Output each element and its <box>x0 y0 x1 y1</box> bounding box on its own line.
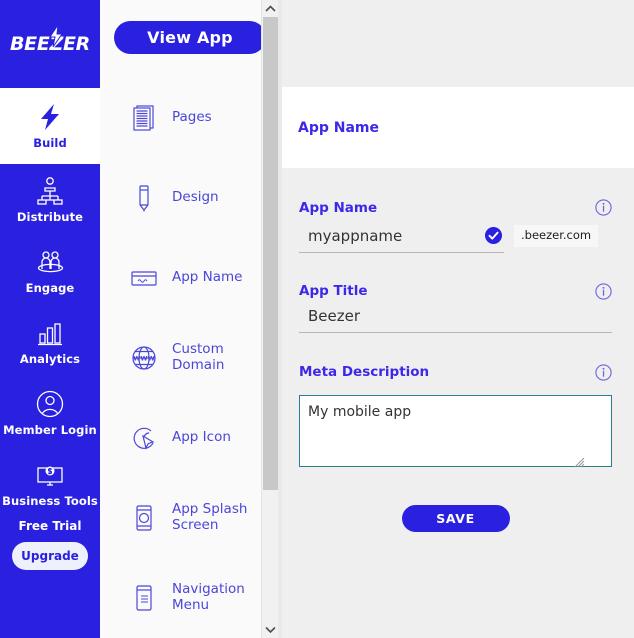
info-icon-meta-description[interactable] <box>595 363 612 381</box>
app-name-input[interactable] <box>299 226 504 253</box>
sidebar-item-distribute[interactable]: Distribute <box>0 164 100 235</box>
save-row: SAVE <box>299 504 612 532</box>
field-app-name: App Name myappname .beezer.com <box>299 199 612 253</box>
cursor-click-icon <box>130 423 158 453</box>
section-header: App Name <box>282 87 634 168</box>
nav-label-pages: Pages <box>172 109 212 126</box>
nav-label-app-name: App Name <box>172 269 243 286</box>
nav-item-pages[interactable]: Pages <box>100 78 278 158</box>
nav-item-navigation-menu[interactable]: Navigation Menu <box>100 558 278 638</box>
scrollbar-up-button[interactable] <box>262 0 278 17</box>
pencil-icon <box>130 183 158 213</box>
nav-panel-scrollbar[interactable] <box>261 0 278 638</box>
nav-item-app-splash-screen[interactable]: App Splash Screen <box>100 478 278 558</box>
save-button[interactable]: SAVE <box>401 504 510 532</box>
secondary-nav-panel: View App Pages Design App Name WWW Custo… <box>100 0 278 638</box>
field-meta-description: Meta Description <box>299 363 612 467</box>
free-trial-label: Free Trial <box>18 519 82 533</box>
user-circle-icon <box>35 389 65 419</box>
browser-window-icon <box>130 263 158 293</box>
nav-label-navigation-menu: Navigation Menu <box>172 581 245 613</box>
label-app-name: App Name <box>299 199 378 216</box>
bolt-icon <box>35 102 65 132</box>
nav-item-design[interactable]: Design <box>100 158 278 238</box>
nav-item-app-icon[interactable]: App Icon <box>100 398 278 478</box>
field-head-app-name: App Name <box>299 199 612 216</box>
domain-suffix-label: .beezer.com <box>514 225 599 247</box>
verified-check-icon <box>485 226 502 244</box>
nav-label-app-splash-screen: App Splash Screen <box>172 501 248 533</box>
meta-description-textarea[interactable] <box>299 394 612 467</box>
sidebar-item-member-login[interactable]: Member Login <box>0 377 100 448</box>
sidebar-label-distribute: Distribute <box>16 209 84 224</box>
chevron-down-icon <box>265 626 276 633</box>
app-title-input-wrap <box>299 306 612 333</box>
input-row-app-title <box>299 306 612 333</box>
nav-item-app-name[interactable]: App Name <box>100 238 278 318</box>
sidebar-label-member-login: Member Login <box>3 422 97 437</box>
nav-label-design: Design <box>172 189 219 206</box>
sidebar-label-build: Build <box>33 136 67 151</box>
sidebar-label-analytics: Analytics <box>19 351 81 366</box>
nav-list: Pages Design App Name WWW Custom Domain … <box>100 78 278 638</box>
main-inner: App Name App Name myappname .beezer.com … <box>282 0 634 638</box>
brand-logo[interactable]: BEEZER <box>0 0 100 88</box>
meta-description-wrap <box>299 394 612 467</box>
view-app-button[interactable]: View App <box>114 21 266 54</box>
chevron-up-icon <box>265 5 276 12</box>
pages-icon <box>130 103 158 133</box>
field-head-app-title: App Title <box>299 282 612 300</box>
app-title-input[interactable] <box>299 306 612 333</box>
bar-chart-icon <box>35 318 65 348</box>
nav-label-app-icon: App Icon <box>172 429 231 446</box>
nav-label-custom-domain: Custom Domain <box>172 341 225 373</box>
distribute-icon <box>35 176 65 206</box>
logo-bolt-icon <box>49 25 63 47</box>
scrollbar-down-button[interactable] <box>262 621 278 638</box>
sidebar-item-business-tools[interactable]: Business Tools <box>0 448 100 519</box>
info-icon-app-name[interactable] <box>595 199 612 216</box>
input-row-app-name: .beezer.com <box>299 225 612 253</box>
label-meta-description: Meta Description <box>299 364 430 380</box>
sidebar-label-business-tools: Business Tools <box>2 493 98 508</box>
upgrade-button[interactable]: Upgrade <box>12 542 88 570</box>
main-content: App Name App Name myappname .beezer.com … <box>278 0 634 638</box>
nav-item-custom-domain[interactable]: WWW Custom Domain <box>100 318 278 398</box>
sidebar-label-engage: Engage <box>25 280 75 295</box>
phone-menu-icon <box>130 583 158 613</box>
phone-splash-icon <box>130 503 158 533</box>
primary-sidebar: BEEZER Build Distribute Engage Analytics… <box>0 0 100 638</box>
field-head-meta-description: Meta Description <box>299 363 612 381</box>
page-title: App Name <box>298 119 379 136</box>
app-name-input-wrap <box>299 226 504 253</box>
sidebar-item-engage[interactable]: Engage <box>0 235 100 306</box>
field-app-title: App Title <box>299 282 612 333</box>
scrollbar-thumb[interactable] <box>263 17 278 490</box>
svg-text:WWW: WWW <box>133 355 155 363</box>
app-root: BEEZER Build Distribute Engage Analytics… <box>0 0 634 638</box>
sidebar-item-analytics[interactable]: Analytics <box>0 306 100 377</box>
view-app-container: View App <box>100 0 278 54</box>
sidebar-item-build[interactable]: Build <box>0 88 100 164</box>
app-name-form: App Name myappname .beezer.com App Title… <box>282 169 634 638</box>
www-globe-icon: WWW <box>130 343 158 373</box>
info-icon-app-title[interactable] <box>595 282 612 300</box>
engage-people-icon <box>35 247 65 277</box>
monitor-dollar-icon <box>35 460 65 490</box>
label-app-title: App Title <box>299 283 368 299</box>
